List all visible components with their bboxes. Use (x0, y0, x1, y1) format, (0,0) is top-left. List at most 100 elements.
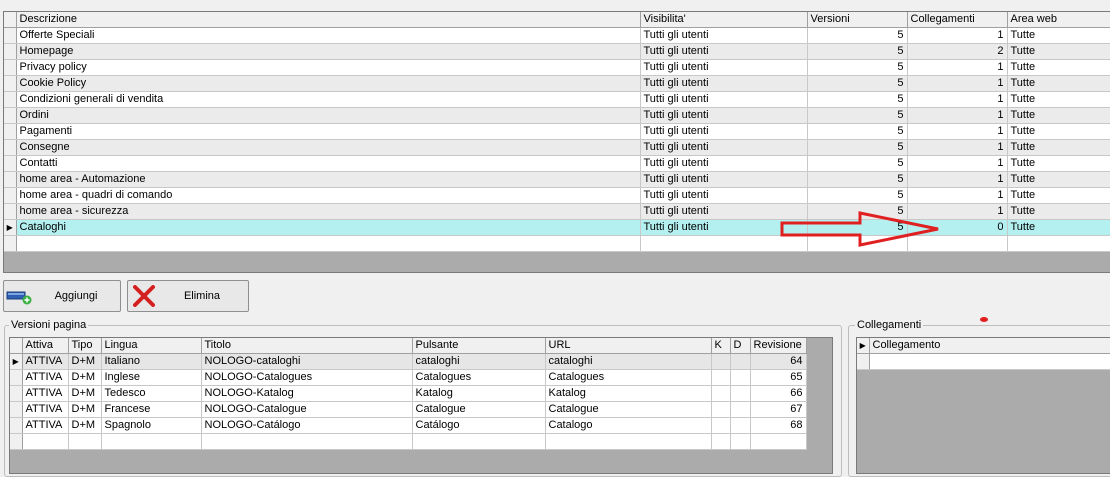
cell-versioni[interactable]: 5 (807, 107, 908, 124)
empty-cell[interactable] (1007, 235, 1110, 252)
cell-descrizione[interactable]: Cataloghi (16, 219, 641, 236)
page-row[interactable]: Cookie Policy Tutti gli utenti 5 1 Tutte (4, 75, 1110, 92)
cell-revisione[interactable]: 67 (750, 401, 807, 418)
cell-area-web[interactable]: Tutte (1007, 59, 1110, 76)
version-row[interactable]: ATTIVA D+M Spagnolo NOLOGO-Catálogo Catálogo… (10, 417, 807, 434)
empty-cell[interactable] (22, 433, 69, 450)
cell-k[interactable] (711, 385, 731, 402)
empty-cell[interactable] (730, 433, 751, 450)
cell-descrizione[interactable]: Homepage (16, 43, 641, 60)
page-row[interactable]: Ordini Tutti gli utenti 5 1 Tutte (4, 107, 1110, 124)
cell-collegamenti[interactable]: 1 (907, 171, 1008, 188)
empty-cell[interactable] (16, 235, 641, 252)
cell-descrizione[interactable]: Ordini (16, 107, 641, 124)
col-header-url[interactable]: URL (545, 338, 712, 354)
cell-visibilita[interactable]: Tutti gli utenti (640, 155, 808, 172)
cell-visibilita[interactable]: Tutti gli utenti (640, 75, 808, 92)
page-row[interactable]: home area - Automazione Tutti gli utenti 5… (4, 171, 1110, 188)
cell-pulsante[interactable]: Catalogues (412, 369, 546, 386)
cell-versioni[interactable]: 5 (807, 27, 908, 44)
cell-descrizione[interactable]: Condizioni generali di vendita (16, 91, 641, 108)
cell-versioni[interactable]: 5 (807, 59, 908, 76)
cell-d[interactable] (730, 417, 751, 434)
cell-tipo[interactable]: D+M (68, 401, 102, 418)
cell-area-web[interactable]: Tutte (1007, 123, 1110, 140)
col-header-d[interactable]: D (730, 338, 751, 354)
cell-descrizione[interactable]: Cookie Policy (16, 75, 641, 92)
col-header-visibilita[interactable]: Visibilita' (640, 12, 808, 28)
empty-cell[interactable] (201, 433, 413, 450)
cell-collegamenti[interactable]: 1 (907, 187, 1008, 204)
cell-d[interactable] (730, 353, 751, 370)
page-row[interactable]: Consegne Tutti gli utenti 5 1 Tutte (4, 139, 1110, 156)
col-header-pulsante[interactable]: Pulsante (412, 338, 546, 354)
cell-area-web[interactable]: Tutte (1007, 139, 1110, 156)
col-header-lingua[interactable]: Lingua (101, 338, 202, 354)
cell-revisione[interactable]: 64 (750, 353, 807, 370)
cell-visibilita[interactable]: Tutti gli utenti (640, 139, 808, 156)
cell-revisione[interactable]: 66 (750, 385, 807, 402)
cell-versioni[interactable]: 5 (807, 187, 908, 204)
col-header-attiva[interactable]: Attiva (22, 338, 69, 354)
cell-tipo[interactable]: D+M (68, 353, 102, 370)
col-header-k[interactable]: K (711, 338, 731, 354)
cell-lingua[interactable]: Tedesco (101, 385, 202, 402)
col-header-versioni[interactable]: Versioni (807, 12, 908, 28)
cell-descrizione[interactable]: home area - sicurezza (16, 203, 641, 220)
col-header-revisione[interactable]: Revisione (750, 338, 807, 354)
cell-tipo[interactable]: D+M (68, 369, 102, 386)
col-header-area-web[interactable]: Area web (1007, 12, 1110, 28)
cell-collegamenti[interactable]: 1 (907, 91, 1008, 108)
cell-pulsante[interactable]: cataloghi (412, 353, 546, 370)
cell-descrizione[interactable]: Pagamenti (16, 123, 641, 140)
cell-area-web[interactable]: Tutte (1007, 107, 1110, 124)
cell-versioni[interactable]: 5 (807, 75, 908, 92)
cell-visibilita[interactable]: Tutti gli utenti (640, 59, 808, 76)
cell-attiva[interactable]: ATTIVA (22, 353, 69, 370)
page-row[interactable]: Pagamenti Tutti gli utenti 5 1 Tutte (4, 123, 1110, 140)
cell-attiva[interactable]: ATTIVA (22, 369, 69, 386)
cell-visibilita[interactable]: Tutti gli utenti (640, 43, 808, 60)
delete-button[interactable]: Elimina (127, 280, 249, 312)
cell-area-web[interactable]: Tutte (1007, 91, 1110, 108)
cell-collegamenti[interactable]: 1 (907, 27, 1008, 44)
page-row[interactable]: Offerte Speciali Tutti gli utenti 5 1 Tutte (4, 27, 1110, 44)
cell-k[interactable] (711, 369, 731, 386)
cell-area-web[interactable]: Tutte (1007, 43, 1110, 60)
cell-versioni[interactable]: 5 (807, 171, 908, 188)
empty-cell[interactable] (68, 433, 102, 450)
cell-attiva[interactable]: ATTIVA (22, 401, 69, 418)
versions-grid[interactable]: Attiva Tipo Lingua Titolo Pulsante URL K… (9, 337, 833, 474)
cell-versioni[interactable]: 5 (807, 123, 908, 140)
empty-cell[interactable] (101, 433, 202, 450)
version-row[interactable]: ATTIVA D+M Inglese NOLOGO-Catalogues Catalog… (10, 369, 807, 386)
cell-lingua[interactable]: Francese (101, 401, 202, 418)
cell-pulsante[interactable]: Katalog (412, 385, 546, 402)
cell-area-web[interactable]: Tutte (1007, 187, 1110, 204)
col-header-titolo[interactable]: Titolo (201, 338, 413, 354)
cell-k[interactable] (711, 401, 731, 418)
cell-d[interactable] (730, 369, 751, 386)
cell-versioni[interactable]: 5 (807, 155, 908, 172)
links-new-row[interactable] (857, 353, 1110, 370)
cell-pulsante[interactable]: Catálogo (412, 417, 546, 434)
cell-descrizione[interactable]: Consegne (16, 139, 641, 156)
cell-attiva[interactable]: ATTIVA (22, 417, 69, 434)
col-header-tipo[interactable]: Tipo (68, 338, 102, 354)
empty-cell[interactable] (750, 433, 807, 450)
cell-visibilita[interactable]: Tutti gli utenti (640, 107, 808, 124)
cell-url[interactable]: Catalogue (545, 401, 712, 418)
cell-titolo[interactable]: NOLOGO-Catalogue (201, 401, 413, 418)
page-row[interactable]: Condizioni generali di vendita Tutti gli … (4, 91, 1110, 108)
empty-cell[interactable] (545, 433, 712, 450)
page-row[interactable]: Privacy policy Tutti gli utenti 5 1 Tutte (4, 59, 1110, 76)
page-row[interactable]: Contatti Tutti gli utenti 5 1 Tutte (4, 155, 1110, 172)
cell-lingua[interactable]: Inglese (101, 369, 202, 386)
cell-descrizione[interactable]: home area - quadri di comando (16, 187, 641, 204)
cell-revisione[interactable]: 65 (750, 369, 807, 386)
page-row[interactable]: Homepage Tutti gli utenti 5 2 Tutte (4, 43, 1110, 60)
links-grid[interactable]: ▶ Collegamento (856, 337, 1110, 474)
empty-cell[interactable] (711, 433, 731, 450)
cell-titolo[interactable]: NOLOGO-cataloghi (201, 353, 413, 370)
cell-url[interactable]: Katalog (545, 385, 712, 402)
